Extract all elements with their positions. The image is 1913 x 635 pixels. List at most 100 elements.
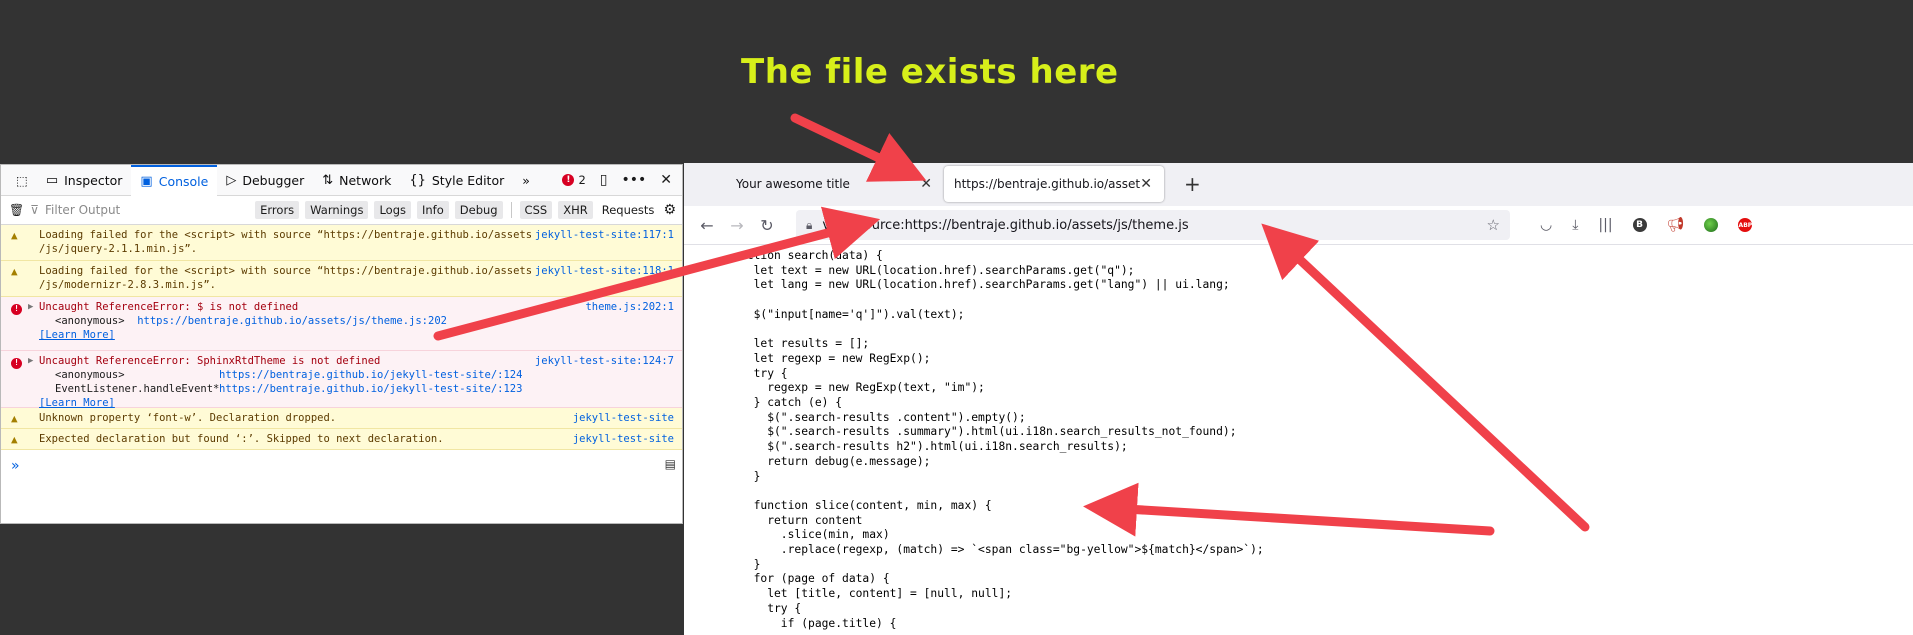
- message-text: Uncaught ReferenceError: $ is not define…: [39, 301, 299, 313]
- tab-strip: Your awesome title ✕ https://bentraje.gi…: [684, 163, 1913, 206]
- browser-tab[interactable]: Your awesome title ✕: [688, 166, 944, 202]
- console-input[interactable]: »: [1, 450, 682, 482]
- browser-window: Your awesome title ✕ https://bentraje.gi…: [684, 163, 1913, 635]
- message-source[interactable]: jekyll-test-site: [573, 411, 674, 425]
- filter-info[interactable]: Info: [417, 201, 449, 219]
- tab-style-editor[interactable]: {} Style Editor: [400, 165, 513, 196]
- library-icon[interactable]: |||: [1598, 217, 1612, 233]
- forward-arrow-icon[interactable]: →: [722, 216, 752, 235]
- filter-debug[interactable]: Debug: [454, 201, 503, 219]
- filter-xhr[interactable]: XHR: [558, 201, 593, 219]
- error-count-badge[interactable]: ! 2: [562, 173, 586, 187]
- new-tab-plus-icon[interactable]: +: [1184, 172, 1201, 196]
- arrow-to-tab: [790, 113, 927, 182]
- menu-icon[interactable]: •••: [621, 172, 646, 188]
- browser-tab-active[interactable]: https://bentraje.github.io/assets/js/ ✕: [944, 166, 1164, 202]
- warning-icon: ▲: [11, 265, 18, 278]
- close-tab-icon[interactable]: ✕: [1140, 176, 1152, 192]
- tab-label: Inspector: [64, 172, 123, 188]
- downloads-icon[interactable]: ⤓: [1572, 217, 1578, 233]
- tab-title: https://bentraje.github.io/assets/js/: [954, 177, 1141, 191]
- devtools-toolbar: ⬚ ▭ Inspector ▣ Console ▷ Debugger ⇅ Network…: [1, 165, 682, 196]
- error-icon: !: [11, 357, 22, 369]
- megaphone-icon[interactable]: 📢︎: [1667, 217, 1685, 233]
- message-source[interactable]: jekyll-test-site:124:7: [535, 354, 674, 368]
- console-message[interactable]: ▲ Loading failed for the <script> with s…: [1, 225, 682, 261]
- devtools-panel: ⬚ ▭ Inspector ▣ Console ▷ Debugger ⇅ Network…: [0, 164, 683, 524]
- stack-link[interactable]: https://bentraje.github.io/jekyll-test-s…: [219, 383, 522, 395]
- debugger-icon: ▷: [226, 172, 237, 188]
- expand-triangle-icon[interactable]: ▶: [28, 354, 33, 368]
- tab-network[interactable]: ⇅ Network: [313, 165, 400, 196]
- message-text: /js/jquery-2.1.1.min.js”.: [39, 243, 198, 255]
- message-source[interactable]: jekyll-test-site: [573, 432, 674, 446]
- url-text[interactable]: view-source:https://bentraje.github.io/a…: [822, 218, 1486, 233]
- extension-b-icon[interactable]: B: [1632, 218, 1647, 232]
- filter-placeholder: Filter Output: [45, 203, 121, 217]
- toolbar-icons: ◡ ⤓ ||| B 📢︎ ABP: [1540, 217, 1753, 233]
- message-source[interactable]: theme.js:202:1: [585, 300, 674, 314]
- trash-icon[interactable]: 🗑: [9, 203, 24, 217]
- split-console-icon[interactable]: ▤: [665, 457, 676, 471]
- source-code-view: nction search(data) { let text = new URL…: [740, 249, 1264, 630]
- stack-link[interactable]: https://bentraje.github.io/assets/js/the…: [137, 315, 447, 327]
- inspector-icon: ▭: [45, 172, 59, 188]
- warning-icon: ▲: [11, 412, 18, 425]
- tab-inspector[interactable]: ▭ Inspector: [37, 165, 132, 196]
- filter-warnings[interactable]: Warnings: [305, 201, 369, 219]
- message-source[interactable]: jekyll-test-site:117:1: [535, 228, 674, 242]
- filter-requests[interactable]: Requests: [599, 201, 658, 219]
- filter-logs[interactable]: Logs: [374, 201, 411, 219]
- address-bar[interactable]: 🔒︎ view-source:https://bentraje.github.i…: [796, 210, 1510, 240]
- console-icon: ▣: [140, 173, 153, 189]
- close-tab-icon[interactable]: ✕: [920, 176, 932, 192]
- pocket-icon[interactable]: ◡: [1540, 217, 1552, 233]
- error-count: 2: [578, 173, 586, 187]
- warning-icon: ▲: [11, 433, 18, 446]
- tab-console[interactable]: ▣ Console: [131, 165, 218, 196]
- adblock-icon[interactable]: ABP: [1738, 218, 1753, 232]
- console-message[interactable]: ! ▶ Uncaught ReferenceError: SphinxRtdTh…: [1, 351, 682, 409]
- reload-icon[interactable]: ↻: [752, 216, 782, 235]
- console-message[interactable]: ! ▶ Uncaught ReferenceError: $ is not de…: [1, 297, 682, 351]
- error-icon: !: [11, 303, 22, 315]
- bookmark-star-icon[interactable]: ☆: [1487, 216, 1500, 234]
- filter-css[interactable]: CSS: [519, 201, 553, 219]
- globe-extension-icon[interactable]: [1704, 218, 1719, 232]
- tab-debugger[interactable]: ▷ Debugger: [217, 165, 313, 196]
- close-icon[interactable]: ✕: [660, 172, 672, 188]
- network-icon: ⇅: [322, 172, 334, 188]
- stack-frame: <anonymous>: [55, 315, 125, 327]
- style-editor-icon: {}: [409, 172, 426, 188]
- annotation-headline: The file exists here: [741, 52, 1119, 92]
- console-message[interactable]: ▲ Expected declaration but found ‘:’. Sk…: [1, 429, 682, 450]
- expand-triangle-icon[interactable]: ▶: [28, 300, 33, 314]
- message-text: /js/modernizr-2.8.3.min.js”.: [39, 279, 217, 291]
- filter-input[interactable]: ⊽ Filter Output: [30, 203, 249, 217]
- filter-errors[interactable]: Errors: [255, 201, 300, 219]
- divider: [510, 202, 512, 218]
- tab-label: Network: [339, 172, 392, 188]
- tab-label: Console: [158, 173, 209, 189]
- learn-more-link[interactable]: [Learn More]: [39, 329, 115, 341]
- prompt-chevron: »: [11, 458, 20, 474]
- message-source[interactable]: jekyll-test-site:118:1: [535, 264, 674, 278]
- tab-label: Debugger: [242, 172, 305, 188]
- filter-icon: ⊽: [30, 203, 40, 217]
- stack-frame: <anonymous>: [55, 369, 125, 381]
- tab-label: Style Editor: [431, 172, 505, 188]
- dock-icon[interactable]: ▯: [600, 172, 608, 188]
- console-filter-bar: 🗑 ⊽ Filter Output Errors Warnings Logs In…: [1, 196, 682, 225]
- more-tabs-icon[interactable]: »: [513, 165, 539, 196]
- error-icon: !: [562, 174, 575, 186]
- lock-icon[interactable]: 🔒︎: [806, 218, 812, 233]
- element-picker-icon[interactable]: ⬚: [7, 165, 37, 196]
- warning-icon: ▲: [11, 229, 18, 242]
- back-arrow-icon[interactable]: ←: [692, 216, 722, 235]
- stack-frame: EventListener.handleEvent*: [55, 383, 220, 395]
- console-message[interactable]: ▲ Unknown property ‘font-w’. Declaration…: [1, 408, 682, 429]
- nav-bar: ← → ↻ 🔒︎ view-source:https://bentraje.gi…: [684, 206, 1913, 245]
- console-message[interactable]: ▲ Loading failed for the <script> with s…: [1, 261, 682, 297]
- stack-link[interactable]: https://bentraje.github.io/jekyll-test-s…: [219, 369, 522, 381]
- settings-gear-icon[interactable]: ⚙: [663, 202, 676, 218]
